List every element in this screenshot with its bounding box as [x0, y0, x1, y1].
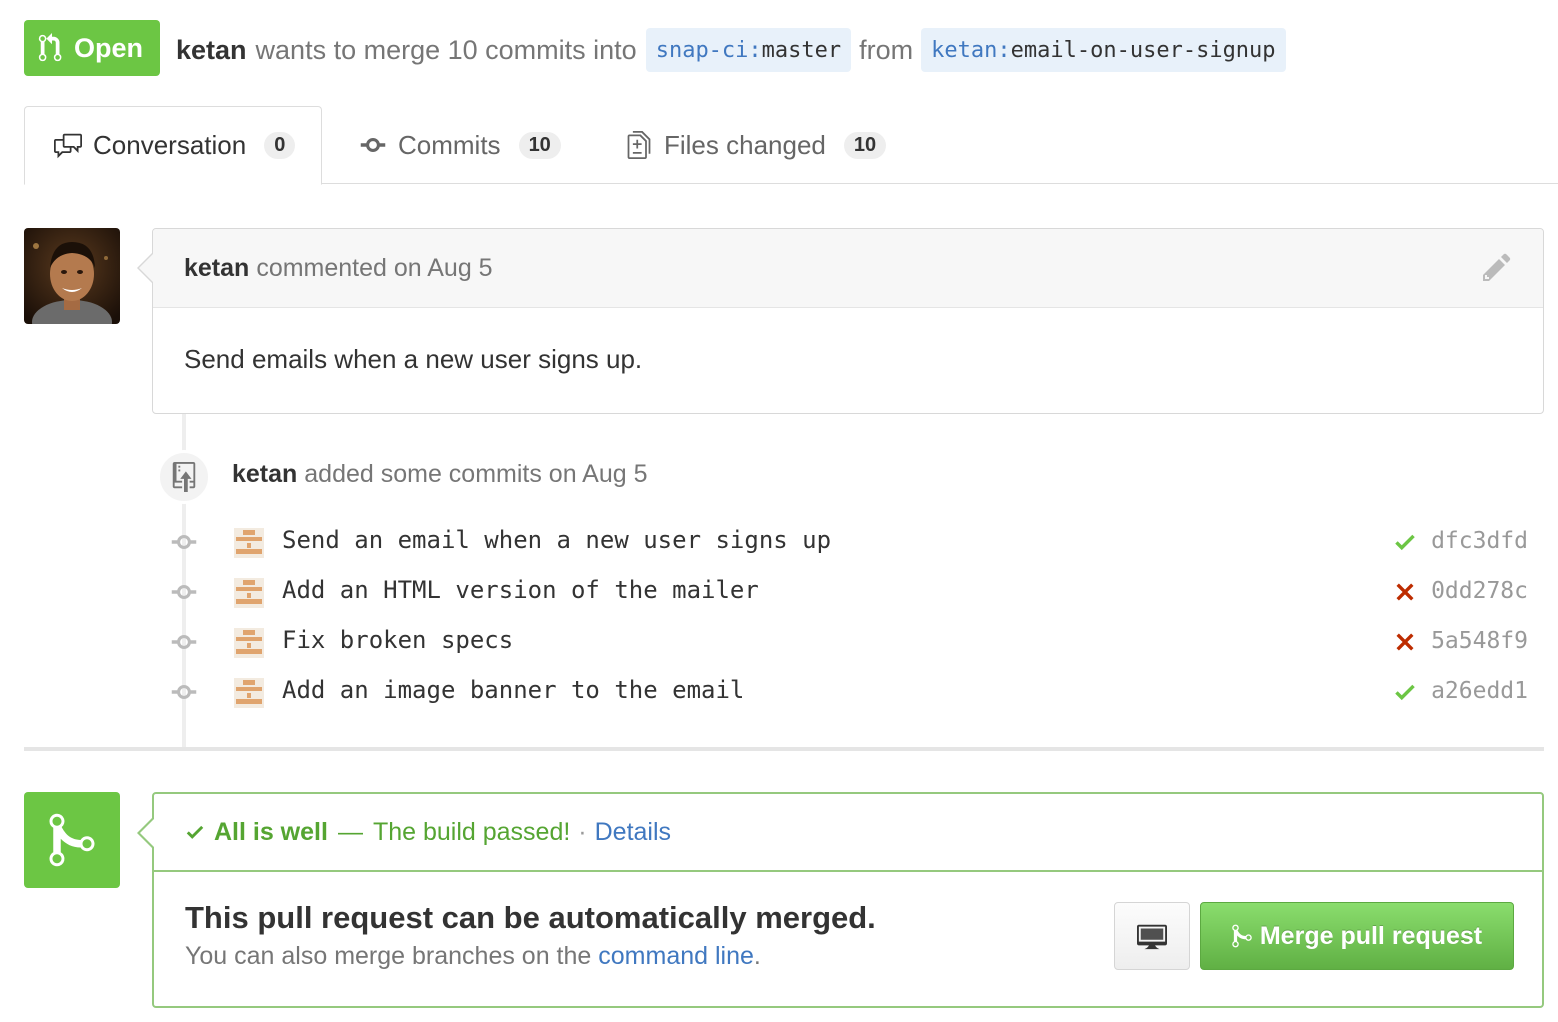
base-branch-name: master: [761, 37, 842, 63]
commits-event-text: ketan added some commits on Aug 5: [232, 460, 648, 489]
build-status-dash: —: [337, 817, 363, 846]
git-commit-icon: [171, 535, 197, 549]
event-action: added some commits on Aug 5: [304, 460, 648, 488]
comment-header: ketan commented on Aug 5: [153, 229, 1543, 308]
git-commit-icon: [360, 138, 386, 152]
merge-sub-suffix: .: [753, 942, 761, 970]
command-line-link[interactable]: command line: [598, 942, 754, 970]
repo-push-icon: [157, 450, 211, 504]
tab-commits[interactable]: Commits 10: [358, 106, 561, 184]
details-link[interactable]: Details: [595, 818, 671, 847]
check-icon[interactable]: [1392, 529, 1418, 555]
merge-title: This pull request can be automatically m…: [185, 900, 876, 935]
merge-button-label: Merge pull request: [1259, 921, 1483, 950]
comment-timestamp: commented on Aug 5: [256, 253, 493, 282]
git-commit-icon: [171, 635, 197, 649]
comment-body: Send emails when a new user signs up.: [184, 344, 643, 374]
tab-files-changed-count: 10: [843, 131, 887, 159]
commit-message-link[interactable]: Send an email when a new user signs up: [282, 526, 831, 554]
tab-conversation-label: Conversation: [93, 130, 247, 160]
build-status-dot: ·: [578, 817, 587, 846]
tab-files-changed-label: Files changed: [664, 129, 826, 160]
commit-author-avatar[interactable]: [234, 628, 264, 658]
build-status-desc: The build passed!: [372, 817, 571, 846]
commit-sha-link[interactable]: dfc3dfd: [1431, 528, 1528, 554]
git-pull-request-icon: [38, 33, 62, 62]
git-commit-icon: [171, 685, 197, 699]
diff-icon: [627, 131, 651, 159]
commit-message-link[interactable]: Fix broken specs: [282, 626, 513, 654]
pr-meta: ketan wants to merge 10 commits into sna…: [176, 28, 1286, 72]
pencil-icon[interactable]: [1481, 251, 1513, 283]
commit-sha-link[interactable]: 0dd278c: [1431, 578, 1528, 604]
tab-commits-count: 10: [518, 131, 561, 159]
tab-files-changed[interactable]: Files changed 10: [624, 106, 887, 184]
x-icon[interactable]: [1392, 579, 1418, 605]
pr-from-text: from: [859, 34, 914, 65]
head-repo: ketan: [931, 37, 998, 63]
commit-row: Add an HTML version of the mailer 0dd278c: [168, 572, 1528, 612]
desktop-icon: [1137, 924, 1167, 950]
pr-state-label: Open: [74, 32, 144, 63]
merge-subtitle: You can also merge branches on the comma…: [185, 942, 761, 971]
avatar-image: [24, 228, 120, 324]
commit-author-avatar[interactable]: [234, 578, 264, 608]
comment-box: ketan commented on Aug 5 Send emails whe…: [137, 228, 1544, 414]
base-branch[interactable]: snap-ci: master: [645, 28, 852, 72]
check-icon: [186, 825, 204, 839]
commit-sha-link[interactable]: 5a548f9: [1431, 628, 1528, 654]
base-repo: snap-ci: [655, 37, 749, 63]
commit-row: Fix broken specs 5a548f9: [168, 622, 1528, 662]
commit-author-avatar[interactable]: [234, 528, 264, 558]
merge-box: All is well — The build passed! · Detail…: [137, 792, 1544, 1008]
git-merge-icon: [24, 792, 120, 888]
commit-author-avatar[interactable]: [234, 678, 264, 708]
command-line-button[interactable]: [1114, 902, 1190, 970]
build-status-title: All is well: [214, 817, 328, 846]
tab-conversation[interactable]: Conversation 0: [24, 106, 322, 185]
comment-author-link[interactable]: ketan: [184, 254, 249, 283]
merge-sub-prefix: You can also merge branches on the: [185, 942, 592, 970]
pr-tabs: Conversation 0 Commits 10 Files changed …: [24, 106, 1558, 185]
x-icon[interactable]: [1392, 629, 1418, 655]
head-branch[interactable]: ketan: email-on-user-signup: [921, 28, 1286, 72]
commit-row: Send an email when a new user signs up df…: [168, 522, 1528, 562]
pr-author-link[interactable]: ketan: [176, 35, 247, 66]
comment-discussion-icon: [54, 133, 82, 158]
commit-message-link[interactable]: Add an HTML version of the mailer: [282, 576, 759, 604]
avatar[interactable]: [24, 228, 120, 324]
commit-sha-link[interactable]: a26edd1: [1431, 678, 1528, 704]
build-status-bar: All is well — The build passed! · Detail…: [154, 794, 1542, 872]
head-branch-name: email-on-user-signup: [1010, 37, 1276, 63]
timeline-divider: [24, 747, 1544, 751]
commit-row: Add an image banner to the email a26edd1: [168, 672, 1528, 712]
pr-state-badge: Open: [24, 20, 160, 76]
commit-message-link[interactable]: Add an image banner to the email: [282, 676, 744, 704]
tab-commits-label: Commits: [398, 129, 501, 160]
event-author-link[interactable]: ketan: [232, 460, 297, 488]
git-commit-icon: [171, 585, 197, 599]
merge-pull-request-button[interactable]: Merge pull request: [1200, 902, 1514, 970]
pr-merge-text: wants to merge 10 commits into: [255, 34, 637, 65]
check-icon[interactable]: [1392, 679, 1418, 705]
git-merge-button-icon: [1232, 924, 1252, 948]
tab-conversation-count: 0: [264, 132, 296, 159]
